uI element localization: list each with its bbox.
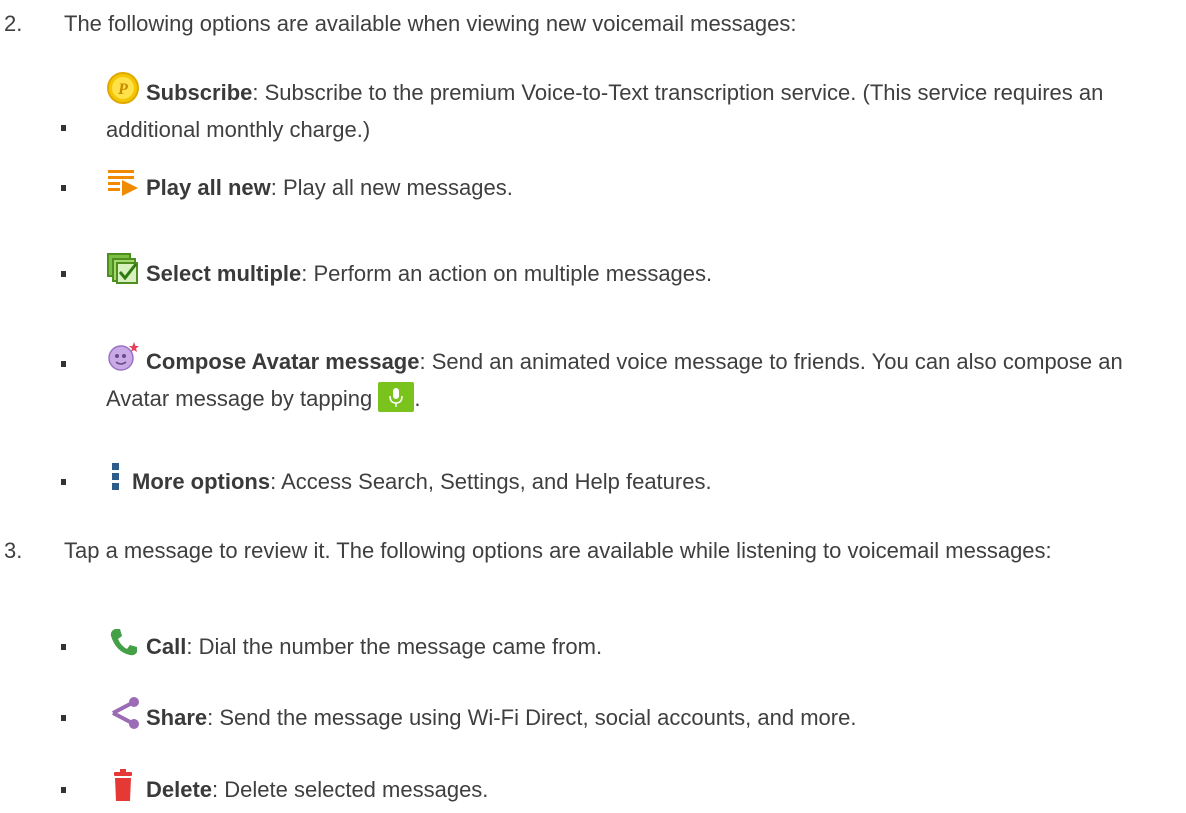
bullet-marker	[61, 479, 66, 485]
play-all-new-icon	[106, 166, 140, 200]
option-desc: : Delete selected messages.	[212, 777, 489, 802]
bullet-marker	[61, 271, 66, 277]
option-desc: : Send the message using Wi-Fi Direct, s…	[207, 705, 857, 730]
bullet-marker	[61, 361, 66, 367]
option-label: Select multiple	[146, 261, 302, 286]
option-label: Delete	[146, 777, 213, 802]
share-icon	[106, 696, 140, 730]
option-desc: : Access Search, Settings, and Help feat…	[270, 469, 712, 494]
bullet-marker	[61, 715, 66, 721]
option-label: Compose Avatar message	[146, 349, 420, 374]
option-desc: : Play all new messages.	[270, 175, 513, 200]
bullet-marker	[61, 644, 66, 650]
bullet-marker	[61, 787, 66, 793]
more-options-icon	[106, 460, 126, 494]
delete-icon	[106, 768, 140, 802]
option-desc: : Perform an action on multiple messages…	[301, 261, 713, 286]
mic-button-icon	[378, 382, 415, 412]
select-multiple-icon	[106, 252, 140, 286]
option-label: Call	[146, 634, 187, 659]
step-text: Tap a message to review it. The followin…	[64, 538, 1052, 563]
option-label: Play all new	[146, 175, 271, 200]
option-label: More options	[132, 469, 271, 494]
option-desc: : Subscribe to the premium Voice-to-Text…	[106, 80, 1104, 142]
compose-avatar-icon	[106, 340, 140, 374]
call-icon	[106, 625, 140, 659]
bullet-marker	[61, 125, 66, 131]
trailing-period: .	[414, 386, 421, 411]
option-desc: : Dial the number the message came from.	[186, 634, 603, 659]
step-text: The following options are available when…	[64, 11, 797, 36]
option-label: Share	[146, 705, 208, 730]
subscribe-icon: P	[106, 71, 140, 105]
step-number: 3.	[4, 538, 23, 563]
bullet-marker	[61, 185, 66, 191]
option-label: Subscribe	[146, 80, 253, 105]
step-number: 2.	[4, 11, 23, 36]
svg-text:P: P	[117, 81, 128, 98]
